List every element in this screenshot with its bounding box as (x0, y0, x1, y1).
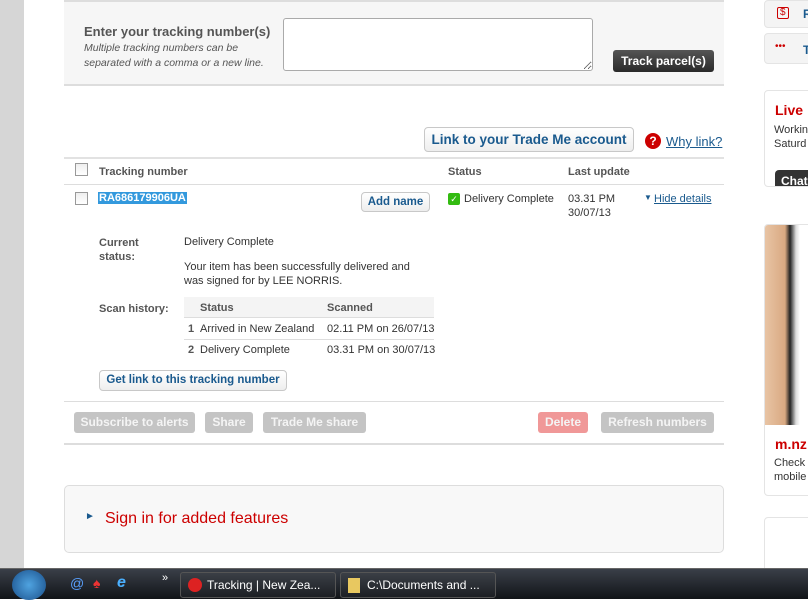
left-margin (0, 0, 24, 568)
add-name-button[interactable]: Add name (361, 192, 430, 212)
scan-index: 2 (188, 344, 195, 356)
header-last-update: Last update (568, 166, 630, 178)
taskbar: @ ♠ e » Tracking | New Zea... C:\Documen… (0, 568, 808, 600)
live-chat-panel: Live Workin Saturd Chat (764, 90, 808, 187)
live-text: Saturd (774, 138, 807, 150)
taskbar-tracking-window[interactable]: Tracking | New Zea... (180, 572, 336, 598)
mobile-text: mobile (774, 471, 807, 483)
row-date: 30/07/13 (568, 207, 611, 219)
task-label: C:\Documents and ... (367, 578, 480, 592)
scan-history-label: Scan history: (99, 303, 169, 315)
scan-time: 02.11 PM on 26/07/13 (327, 323, 435, 335)
divider (64, 184, 724, 185)
scan-status: Arrived in New Zealand (200, 323, 315, 335)
caret-down-icon[interactable]: ▼ (644, 193, 652, 202)
mobile-title: m.nz (775, 436, 807, 452)
divider (64, 157, 724, 159)
trademe-share-button[interactable]: Trade Me share (263, 412, 366, 433)
task-label: Tracking | New Zea... (207, 578, 321, 592)
money-icon: $ (777, 7, 789, 19)
form-title: Enter your tracking number(s) (84, 24, 271, 39)
track-parcels-button[interactable]: Track parcel(s) (613, 50, 714, 72)
subscribe-alerts-button[interactable]: Subscribe to alerts (74, 412, 195, 433)
divider (64, 401, 724, 402)
browser-icon (188, 578, 202, 592)
help-icon[interactable]: ? (645, 133, 661, 149)
scan-header-scanned: Scanned (327, 302, 373, 314)
status-message: Your item has been successfully delivere… (184, 261, 410, 287)
tracking-dots-icon: ••• (775, 41, 786, 52)
link-trademe-button[interactable]: Link to your Trade Me account (424, 127, 634, 152)
sidebar-item-label: T (803, 43, 808, 57)
phone-image (765, 225, 808, 425)
tracking-form: Enter your tracking number(s) Multiple t… (64, 0, 724, 86)
live-text: Workin (774, 124, 808, 136)
select-all-checkbox[interactable] (75, 163, 88, 176)
sidebar-item-label: R (803, 7, 808, 21)
poker-icon[interactable]: ♠ (93, 575, 100, 591)
mobile-promo-panel[interactable]: m.nz Check mobile (764, 224, 808, 496)
start-button[interactable] (12, 570, 46, 600)
tracking-number-input[interactable] (283, 18, 593, 71)
row-checkbox[interactable] (75, 192, 88, 205)
refresh-numbers-button[interactable]: Refresh numbers (601, 412, 714, 433)
row-status: Delivery Complete (464, 193, 554, 205)
row-time: 03.31 PM (568, 193, 616, 205)
ie-icon[interactable]: e (117, 574, 126, 592)
scan-time: 03.31 PM on 30/07/13 (327, 344, 436, 356)
share-button[interactable]: Share (205, 412, 253, 433)
chevron-more-icon[interactable]: » (162, 572, 168, 584)
divider (184, 339, 434, 340)
triangle-right-icon: ► (85, 511, 95, 522)
scan-status: Delivery Complete (200, 344, 290, 356)
sidebar-item-2[interactable]: ••• T (764, 33, 808, 64)
current-status-label: Current status: (99, 237, 139, 263)
scan-index: 1 (188, 323, 195, 335)
tracking-number[interactable]: RA686179906UA (98, 192, 187, 204)
signin-label[interactable]: Sign in for added features (105, 510, 288, 528)
scan-header-status: Status (200, 302, 234, 314)
live-title: Live (775, 102, 804, 118)
check-icon: ✓ (448, 193, 460, 205)
divider (64, 443, 724, 445)
sidebar-item-1[interactable]: $ R (764, 0, 808, 28)
email-icon[interactable]: @ (70, 575, 84, 591)
taskbar-explorer-window[interactable]: C:\Documents and ... (340, 572, 496, 598)
hide-details-link[interactable]: Hide details (654, 193, 711, 205)
header-tracking-number: Tracking number (99, 166, 188, 178)
delete-button[interactable]: Delete (538, 412, 588, 433)
folder-icon (348, 578, 360, 593)
signin-panel[interactable]: ► Sign in for added features (64, 485, 724, 553)
form-hint: Multiple tracking numbers can be separat… (84, 42, 264, 69)
current-status: Delivery Complete (184, 236, 274, 248)
get-link-button[interactable]: Get link to this tracking number (99, 370, 287, 391)
mobile-text: Check (774, 457, 806, 469)
chat-button[interactable]: Chat (775, 170, 808, 186)
why-link[interactable]: Why link? (666, 134, 722, 149)
header-status: Status (448, 166, 482, 178)
